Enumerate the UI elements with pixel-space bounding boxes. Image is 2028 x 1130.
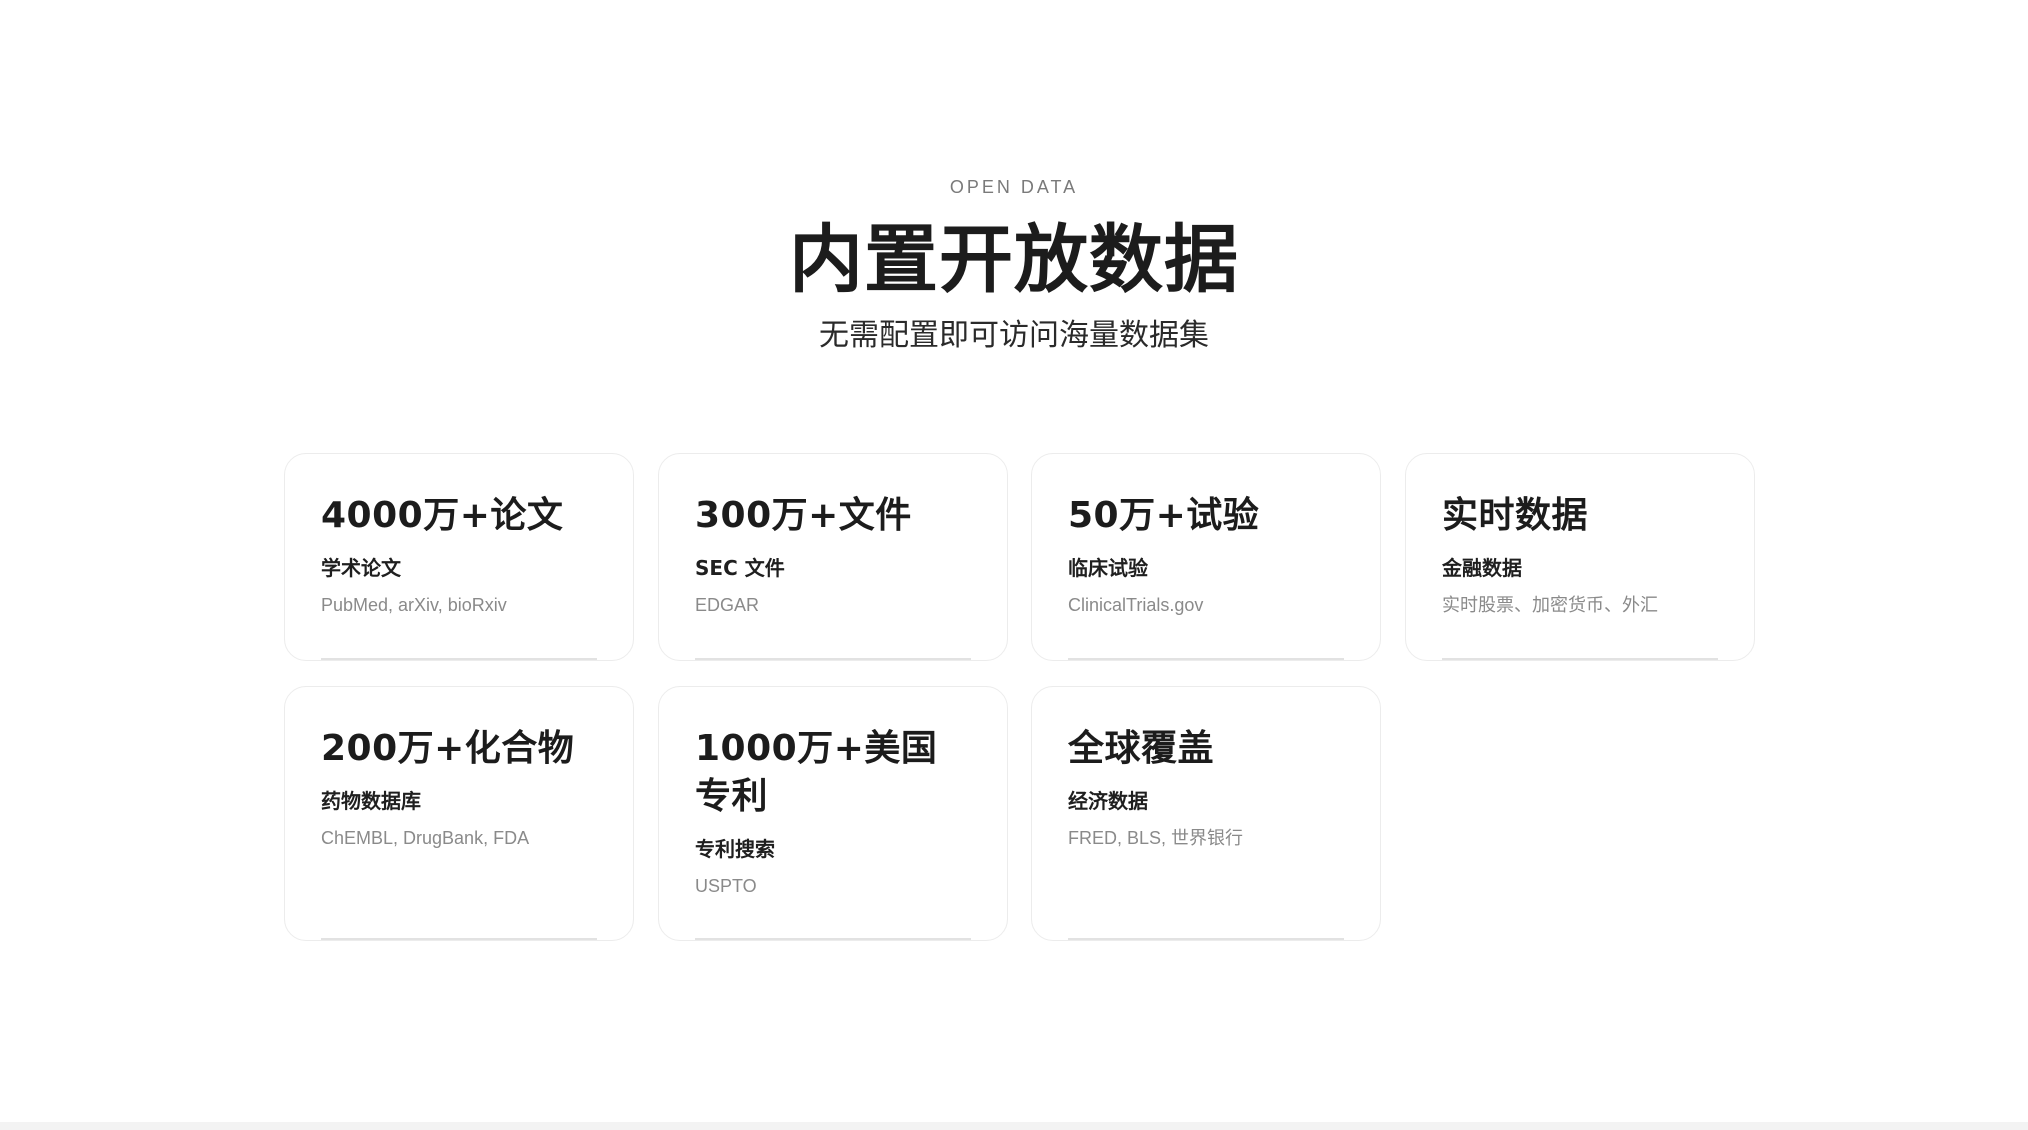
card-source: EDGAR: [695, 595, 760, 615]
card-stat: 1000万+美国专利: [695, 728, 938, 817]
data-card-clinical-trials[interactable]: 50万+试验 临床试验 ClinicalTrials.gov: [1031, 453, 1381, 661]
card-label: 专利搜索: [695, 837, 775, 861]
card-label: 经济数据: [1068, 789, 1148, 813]
card-source: 实时股票、加密货币、外汇: [1442, 595, 1658, 615]
card-stat: 200万+化合物: [321, 728, 575, 769]
card-label: 临床试验: [1068, 556, 1148, 580]
card-label: 药物数据库: [321, 789, 421, 813]
card-source: PubMed, arXiv, bioRxiv: [321, 595, 507, 615]
card-label: 金融数据: [1442, 556, 1522, 580]
card-label: 学术论文: [321, 556, 401, 580]
data-card-sec-filings[interactable]: 300万+文件 SEC 文件 EDGAR: [658, 453, 1008, 661]
card-source: FRED, BLS, 世界银行: [1068, 828, 1244, 848]
open-data-section: OPEN DATA 内置开放数据 无需配置即可访问海量数据集 4000万+论文 …: [0, 0, 2028, 1130]
section-title: 内置开放数据: [789, 217, 1239, 303]
card-stat: 实时数据: [1442, 495, 1589, 536]
section-eyebrow: OPEN DATA: [949, 177, 1079, 197]
card-source: ChEMBL, DrugBank, FDA: [321, 828, 530, 848]
section-subtitle: 无需配置即可访问海量数据集: [819, 318, 1209, 353]
data-card-compounds[interactable]: 200万+化合物 药物数据库 ChEMBL, DrugBank, FDA: [284, 686, 634, 941]
card-label: SEC 文件: [695, 556, 785, 580]
card-stat: 300万+文件: [695, 495, 912, 536]
card-stat: 全球覆盖: [1068, 728, 1215, 769]
data-card-economic[interactable]: 全球覆盖 经济数据 FRED, BLS, 世界银行: [1031, 686, 1381, 941]
data-card-patents[interactable]: 1000万+美国专利 专利搜索 USPTO: [658, 686, 1008, 941]
data-card-financial[interactable]: 实时数据 金融数据 实时股票、加密货币、外汇: [1405, 453, 1755, 661]
card-source: ClinicalTrials.gov: [1068, 595, 1204, 615]
data-card-papers[interactable]: 4000万+论文 学术论文 PubMed, arXiv, bioRxiv: [284, 453, 634, 661]
section-divider: [0, 1122, 2028, 1130]
card-source: USPTO: [695, 876, 757, 896]
card-stat: 4000万+论文: [321, 495, 564, 536]
card-stat: 50万+试验: [1068, 495, 1260, 536]
